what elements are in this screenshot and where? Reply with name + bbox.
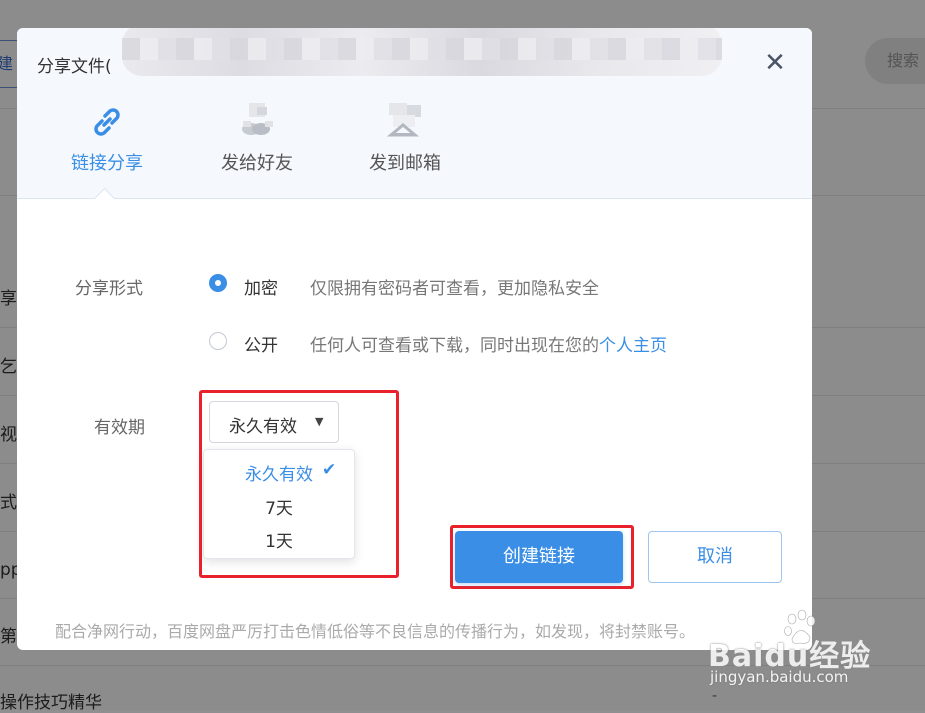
blurred-filename	[122, 28, 722, 76]
tab-label: 发给好友	[221, 153, 293, 174]
validity-selected-value: 永久有效	[229, 417, 297, 437]
link-icon	[57, 103, 157, 141]
check-icon: ✔	[322, 460, 337, 480]
mail-icon	[355, 103, 455, 141]
validity-select[interactable]: 永久有效 ▼	[209, 401, 339, 443]
tab-send-friends[interactable]: 发给好友	[207, 103, 307, 175]
personal-homepage-link[interactable]: 个人主页	[599, 336, 667, 356]
public-label[interactable]: 公开	[244, 331, 278, 356]
policy-notice: 配合净网行动，百度网盘严厉打击色情低俗等不良信息的传播行为，如发现，将封禁账号。	[55, 622, 696, 641]
tab-label: 发到邮箱	[369, 153, 441, 174]
baidu-jingyan-watermark: Baidu经验 jingyan.baidu.com	[700, 605, 920, 695]
close-icon[interactable]: ✕	[762, 50, 788, 76]
cancel-button[interactable]: 取消	[648, 531, 782, 583]
create-link-button[interactable]: 创建链接	[455, 531, 623, 583]
validity-option-1day[interactable]: 1天	[204, 527, 354, 552]
chevron-down-icon: ▼	[315, 415, 324, 428]
dialog-header: 分享文件( ✕ 链接分享 发给好友 发到邮箱	[17, 28, 812, 199]
watermark-url: jingyan.baidu.com	[710, 668, 849, 686]
validity-label: 有效期	[94, 418, 145, 438]
public-radio[interactable]	[209, 332, 227, 350]
encrypted-description: 仅限拥有密码者可查看，更加隐私安全	[310, 279, 599, 299]
validity-dropdown: 永久有效 ✔ 7天 1天	[203, 449, 355, 559]
tab-send-email[interactable]: 发到邮箱	[355, 103, 455, 175]
validity-option-permanent[interactable]: 永久有效 ✔	[204, 460, 354, 485]
tab-link-share[interactable]: 链接分享	[57, 103, 157, 175]
validity-option-7days[interactable]: 7天	[204, 494, 354, 519]
dialog-title: 分享文件(	[37, 57, 112, 77]
public-description: 任何人可查看或下载，同时出现在您的个人主页	[310, 336, 667, 356]
tab-label: 链接分享	[71, 153, 143, 174]
share-dialog: 分享文件( ✕ 链接分享 发给好友 发到邮箱 分享形式 加密 仅限拥有密码者可查…	[17, 28, 812, 650]
share-form-label: 分享形式	[75, 279, 143, 299]
friends-icon	[207, 103, 307, 141]
encrypted-radio[interactable]	[209, 274, 227, 292]
encrypted-label[interactable]: 加密	[244, 274, 278, 299]
